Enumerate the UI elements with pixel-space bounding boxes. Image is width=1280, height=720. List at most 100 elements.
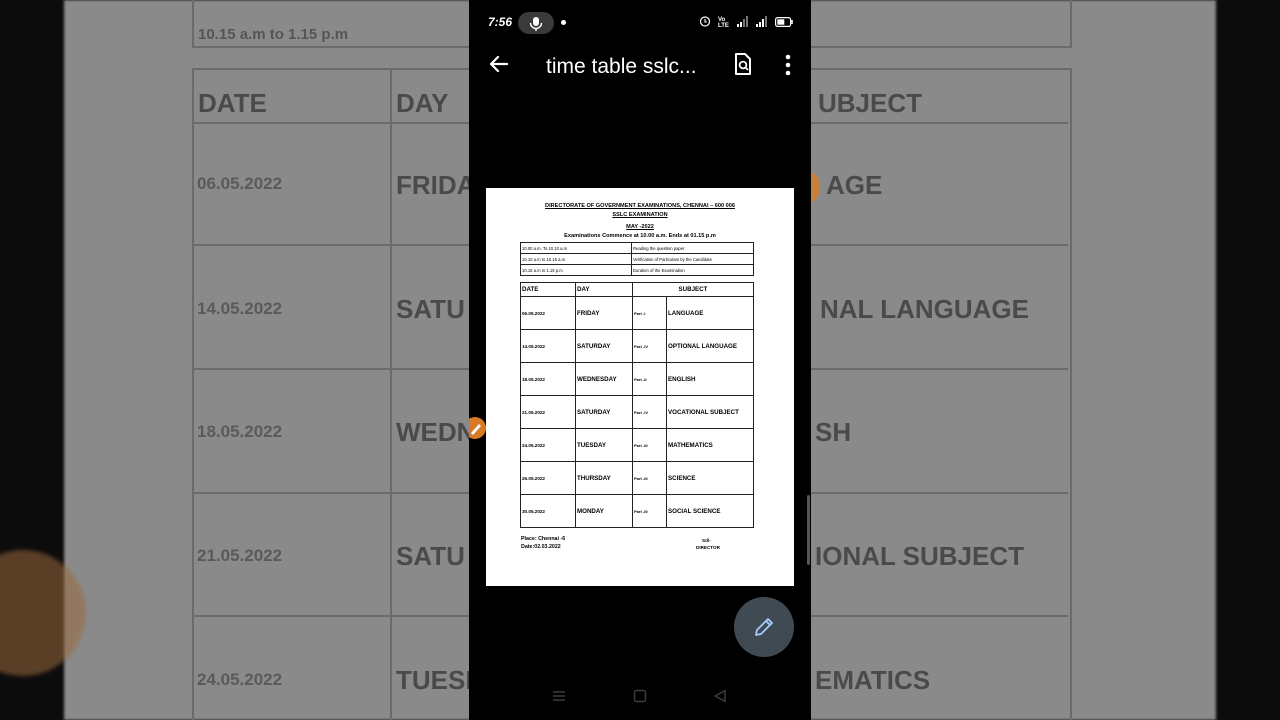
background-header-day: DAY (396, 88, 449, 118)
more-vert-icon[interactable] (784, 52, 792, 78)
doc-signatory: DIRECTOR (696, 545, 720, 550)
table-row: 26.05.2022 THURSDAY Part -III SCIENCE (520, 461, 754, 495)
exam-day: WEDNESDAY (575, 362, 633, 396)
alarm-icon (699, 14, 711, 32)
exam-date: 21.05.2022 (520, 395, 576, 429)
background-row-date: 14.05.2022 (197, 299, 283, 318)
schedule-row: 10.00 a.m. To 10.10 a.m Reading the ques… (520, 242, 754, 254)
schedule-time: 10.15 a.m to 1.15 p.m (520, 264, 632, 276)
notification-dot (561, 20, 566, 25)
table-row: 24.05.2022 TUESDAY Part -III MATHEMATICS (520, 428, 754, 462)
column-header-day: DAY (575, 282, 633, 297)
status-bar: 7:56 Vo LTE (469, 0, 811, 46)
mic-icon (518, 12, 554, 34)
table-row: 18.05.2022 WEDNESDAY Part -II ENGLISH (520, 362, 754, 396)
phone-screen: 7:56 Vo LTE time table sslc... DIRECTORA… (469, 0, 811, 720)
background-row-subject: IONAL SUBJECT (815, 541, 1024, 571)
background-row-day: SATU (396, 541, 465, 571)
exam-subject: SCIENCE (666, 461, 754, 495)
schedule-time: 10.00 a.m. To 10.10 a.m (520, 242, 632, 254)
background-row-date: 18.05.2022 (197, 422, 283, 441)
table-row: 21.05.2022 SATURDAY Part -IV VOCATIONAL … (520, 395, 754, 429)
find-in-page-icon[interactable] (732, 52, 754, 76)
exam-day: SATURDAY (575, 329, 633, 363)
doc-heading-1: DIRECTORATE OF GOVERNMENT EXAMINATIONS, … (545, 203, 735, 209)
exam-part: Part -I (632, 296, 667, 330)
edit-fab[interactable] (734, 597, 794, 657)
exam-date: 30.05.2022 (520, 494, 576, 528)
signal-icon (737, 14, 749, 32)
doc-signature: Sd/- (702, 538, 711, 543)
column-header-subject: SUBJECT (632, 282, 754, 297)
background-row-date: 21.05.2022 (197, 546, 283, 565)
exam-part: Part -II (632, 362, 667, 396)
schedule-table: 10.00 a.m. To 10.10 a.m Reading the ques… (520, 242, 754, 276)
exam-part: Part -IV (632, 329, 667, 363)
app-bar: time table sslc... (469, 46, 811, 86)
scrollbar[interactable] (807, 495, 810, 565)
exam-subject: VOCATIONAL SUBJECT (666, 395, 754, 429)
exam-date: 06.05.2022 (520, 296, 576, 330)
arrow-left-icon[interactable] (487, 52, 511, 76)
exam-date: 18.05.2022 (520, 362, 576, 396)
schedule-row: 10.15 a.m to 1.15 p.m Duration of the Ex… (520, 264, 754, 276)
background-edge-right (1216, 0, 1280, 720)
column-header-date: DATE (520, 282, 576, 297)
exam-subject: SOCIAL SCIENCE (666, 494, 754, 528)
triangle-icon[interactable] (713, 689, 727, 708)
exam-part: Part -IV (632, 395, 667, 429)
exam-subject: OPTIONAL LANGUAGE (666, 329, 754, 363)
exam-part: Part -III (632, 461, 667, 495)
signal-icon (756, 14, 768, 32)
schedule-row: 10.10 a.m to 10.15 a.m Verification of P… (520, 253, 754, 265)
exam-date: 24.05.2022 (520, 428, 576, 462)
table-row: 14.05.2022 SATURDAY Part -IV OPTIONAL LA… (520, 329, 754, 363)
table-row: 06.05.2022 FRIDAY Part -I LANGUAGE (520, 296, 754, 330)
background-vline (390, 68, 392, 720)
square-icon[interactable] (633, 689, 647, 708)
battery-icon (775, 14, 793, 32)
background-header-subject: UBJECT (818, 88, 923, 118)
exam-subject: LANGUAGE (666, 296, 754, 330)
schedule-activity: Reading the question paper (631, 242, 754, 254)
doc-place: Place: Chennai -6 (521, 536, 566, 542)
background-row-subject: EMATICS (815, 665, 931, 695)
system-nav-bar (469, 680, 811, 720)
status-time: 7:56 (488, 15, 513, 29)
document-page[interactable]: DIRECTORATE OF GOVERNMENT EXAMINATIONS, … (486, 188, 794, 586)
exam-table: DATE DAY SUBJECT 06.05.2022 FRIDAY Part … (520, 282, 754, 528)
document-title: time table sslc... (546, 55, 697, 78)
exam-part: Part -III (632, 428, 667, 462)
exam-day: FRIDAY (575, 296, 633, 330)
doc-heading-3: MAY -2022 (626, 224, 654, 230)
exam-table-header: DATE DAY SUBJECT (520, 282, 754, 297)
background-top-text: 10.15 a.m to 1.15 p.m (198, 26, 349, 43)
exam-part: Part -III (632, 494, 667, 528)
background-row-subject: SH (815, 417, 852, 447)
exam-subject: ENGLISH (666, 362, 754, 396)
doc-heading-2: SSLC EXAMINATION (612, 212, 668, 218)
doc-date: Date:02.03.2022 (521, 544, 561, 550)
exam-day: TUESDAY (575, 428, 633, 462)
background-row-day: WEDN (396, 417, 476, 447)
table-row: 30.05.2022 MONDAY Part -III SOCIAL SCIEN… (520, 494, 754, 528)
background-row-subject: AGE (826, 170, 883, 200)
background-row-date: 24.05.2022 (197, 670, 283, 689)
exam-day: THURSDAY (575, 461, 633, 495)
background-header-date: DATE (198, 88, 267, 118)
exam-subject: MATHEMATICS (666, 428, 754, 462)
schedule-activity: Verification of Particulars by the Candi… (631, 253, 754, 265)
brush-icon[interactable] (469, 414, 491, 442)
schedule-time: 10.10 a.m to 10.15 a.m (520, 253, 632, 265)
menu-icon[interactable] (552, 689, 566, 708)
exam-day: SATURDAY (575, 395, 633, 429)
background-row-day: SATU (396, 294, 465, 324)
exam-day: MONDAY (575, 494, 633, 528)
exam-date: 14.05.2022 (520, 329, 576, 363)
status-icons: Vo LTE (699, 14, 793, 32)
schedule-activity: Duration of the Examination (631, 264, 754, 276)
background-row-day: FRIDA (396, 170, 476, 200)
volte-label: Vo LTE (718, 17, 729, 29)
background-row-subject: NAL LANGUAGE (820, 294, 1029, 324)
exam-date: 26.05.2022 (520, 461, 576, 495)
